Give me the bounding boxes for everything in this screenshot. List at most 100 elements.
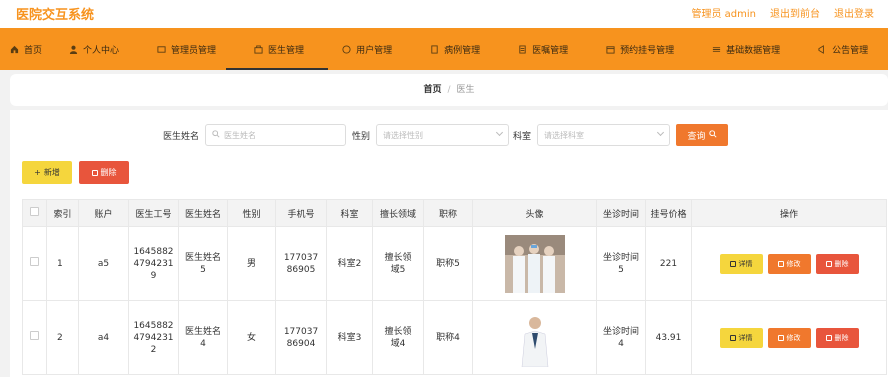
- doctor-name-cell: 医生姓名5: [178, 226, 228, 301]
- column-header: 擅长领域: [372, 199, 424, 227]
- nav-label: 公告管理: [832, 45, 869, 56]
- avatar-cell: [472, 300, 597, 375]
- column-header: 账户: [78, 199, 129, 227]
- pencil-icon: [777, 334, 784, 341]
- case-icon: [430, 44, 439, 54]
- pencil-icon: [777, 260, 784, 267]
- nav-item-doctor[interactable]: 医生管理: [226, 28, 329, 70]
- column-header: 坐诊时间: [596, 199, 646, 227]
- index-cell: 1: [46, 226, 79, 301]
- department-cell: 科室2: [326, 226, 373, 301]
- department-placeholder: 请选择科室: [544, 130, 585, 140]
- home-icon: [10, 45, 19, 54]
- table-row: 2 a4 16458824794231 2 医生姓名4 女 1770378690…: [22, 300, 887, 375]
- order-icon: [518, 44, 527, 54]
- column-header: 职称: [423, 199, 473, 227]
- column-header: 性别: [227, 199, 276, 227]
- doctor-name-filter: 医生姓名 医生姓名: [163, 124, 347, 146]
- edit-label: 修改: [786, 333, 801, 342]
- edit-button[interactable]: 修改: [767, 253, 811, 274]
- chevron-down-icon: [495, 128, 504, 137]
- title-cell: 职称5: [423, 226, 473, 301]
- plus-icon: +: [34, 168, 41, 177]
- edit-label: 修改: [786, 259, 801, 268]
- add-button[interactable]: + 新增: [22, 161, 72, 184]
- clinic-time-cell: 坐诊时间4: [596, 300, 646, 375]
- delete-button[interactable]: 删除: [79, 161, 129, 184]
- trash-icon: [825, 260, 832, 267]
- header-actions: 管理员 admin 退出到前台 退出登录: [691, 5, 888, 20]
- row-checkbox[interactable]: [30, 331, 39, 340]
- row-select-cell: [22, 300, 47, 375]
- delete-label: 删除: [100, 168, 117, 177]
- logout-link[interactable]: 退出登录: [834, 5, 874, 20]
- user-icon: [69, 45, 78, 54]
- nav-item-users[interactable]: 用户管理: [342, 28, 392, 70]
- select-all-cell: [22, 199, 47, 227]
- nav-label: 个人中心: [83, 45, 120, 56]
- table-header-row: 索引 账户 医生工号 医生姓名 性别 手机号 科室 擅长领域 职称 头像 坐诊时…: [22, 199, 887, 227]
- department-filter: 科室 请选择科室: [513, 124, 671, 146]
- edit-button[interactable]: 修改: [767, 327, 811, 348]
- column-header: 头像: [472, 199, 597, 227]
- doctor-name-label: 医生姓名: [163, 131, 200, 142]
- nav-label: 用户管理: [356, 45, 393, 56]
- trash-icon: [91, 169, 98, 176]
- table-row: 1 a5 16458824794231 9 医生姓名5 男 1770378690…: [22, 226, 887, 301]
- nav-item-appointments[interactable]: 预约挂号管理: [606, 28, 674, 70]
- search-icon: [708, 129, 717, 141]
- nav-label: 预约挂号管理: [620, 45, 675, 56]
- delete-label: 删除: [834, 259, 849, 268]
- nav-item-orders[interactable]: 医嘱管理: [518, 28, 568, 70]
- notice-icon: [818, 44, 827, 54]
- department-select[interactable]: 请选择科室: [537, 124, 671, 146]
- column-header: 操作: [691, 199, 887, 227]
- chevron-down-icon: [656, 128, 665, 137]
- admin-icon: [157, 45, 166, 54]
- gender-cell: 男: [227, 226, 276, 301]
- row-checkbox[interactable]: [30, 257, 39, 266]
- appointment-icon: [606, 45, 615, 54]
- row-delete-button[interactable]: 删除: [815, 253, 859, 274]
- doctor-icon: [254, 44, 263, 54]
- gender-filter: 性别 请选择性别: [352, 124, 510, 146]
- price-cell: 221: [645, 226, 692, 301]
- detail-button[interactable]: 详情: [719, 253, 763, 274]
- main-nav: 首页 个人中心 管理员管理 医生管理 用户管理 病例管理 医嘱管理 预约挂号管理…: [0, 28, 888, 70]
- department-label: 科室: [513, 131, 532, 142]
- nav-item-cases[interactable]: 病例管理: [430, 28, 480, 70]
- clinic-time-cell: 坐诊时间5: [596, 226, 646, 301]
- nav-item-admin[interactable]: 管理员管理: [157, 28, 216, 70]
- nav-label: 病例管理: [444, 45, 481, 56]
- doctor-name-cell: 医生姓名4: [178, 300, 228, 375]
- nav-item-home[interactable]: 首页: [10, 28, 42, 70]
- specialty-cell: 擅长领域4: [372, 300, 424, 375]
- nav-label: 管理员管理: [171, 45, 217, 56]
- detail-button[interactable]: 详情: [719, 327, 763, 348]
- gender-label: 性别: [352, 131, 371, 142]
- doctor-photo[interactable]: [504, 308, 565, 367]
- select-all-checkbox[interactable]: [30, 207, 39, 216]
- back-to-front-link[interactable]: 退出到前台: [770, 5, 820, 20]
- column-header: 医生工号: [128, 199, 179, 227]
- main-panel: 医生姓名 医生姓名 性别 请选择性别 科室 请选择科室 查询 + 新增 删除 索…: [10, 110, 888, 377]
- column-header: 索引: [46, 199, 79, 227]
- delete-label: 删除: [834, 333, 849, 342]
- breadcrumb-home[interactable]: 首页: [423, 85, 441, 95]
- detail-label: 详情: [738, 333, 753, 342]
- column-header: 手机号: [275, 199, 327, 227]
- phone-cell: 17703786904: [275, 300, 327, 375]
- query-button[interactable]: 查询: [676, 124, 728, 146]
- breadcrumb: 首页 / 医生: [10, 74, 888, 106]
- nav-item-notices[interactable]: 公告管理: [818, 28, 868, 70]
- row-delete-button[interactable]: 删除: [815, 327, 859, 348]
- nav-label: 基础数据管理: [726, 45, 781, 56]
- nav-item-basic-data[interactable]: 基础数据管理: [712, 28, 780, 70]
- gender-select[interactable]: 请选择性别: [376, 124, 510, 146]
- gender-placeholder: 请选择性别: [383, 130, 424, 140]
- nav-label: 医嘱管理: [532, 45, 569, 56]
- nav-item-profile[interactable]: 个人中心: [69, 28, 119, 70]
- doctor-name-input[interactable]: 医生姓名: [205, 124, 347, 146]
- doctor-photo[interactable]: [504, 234, 565, 293]
- data-icon: [712, 45, 721, 54]
